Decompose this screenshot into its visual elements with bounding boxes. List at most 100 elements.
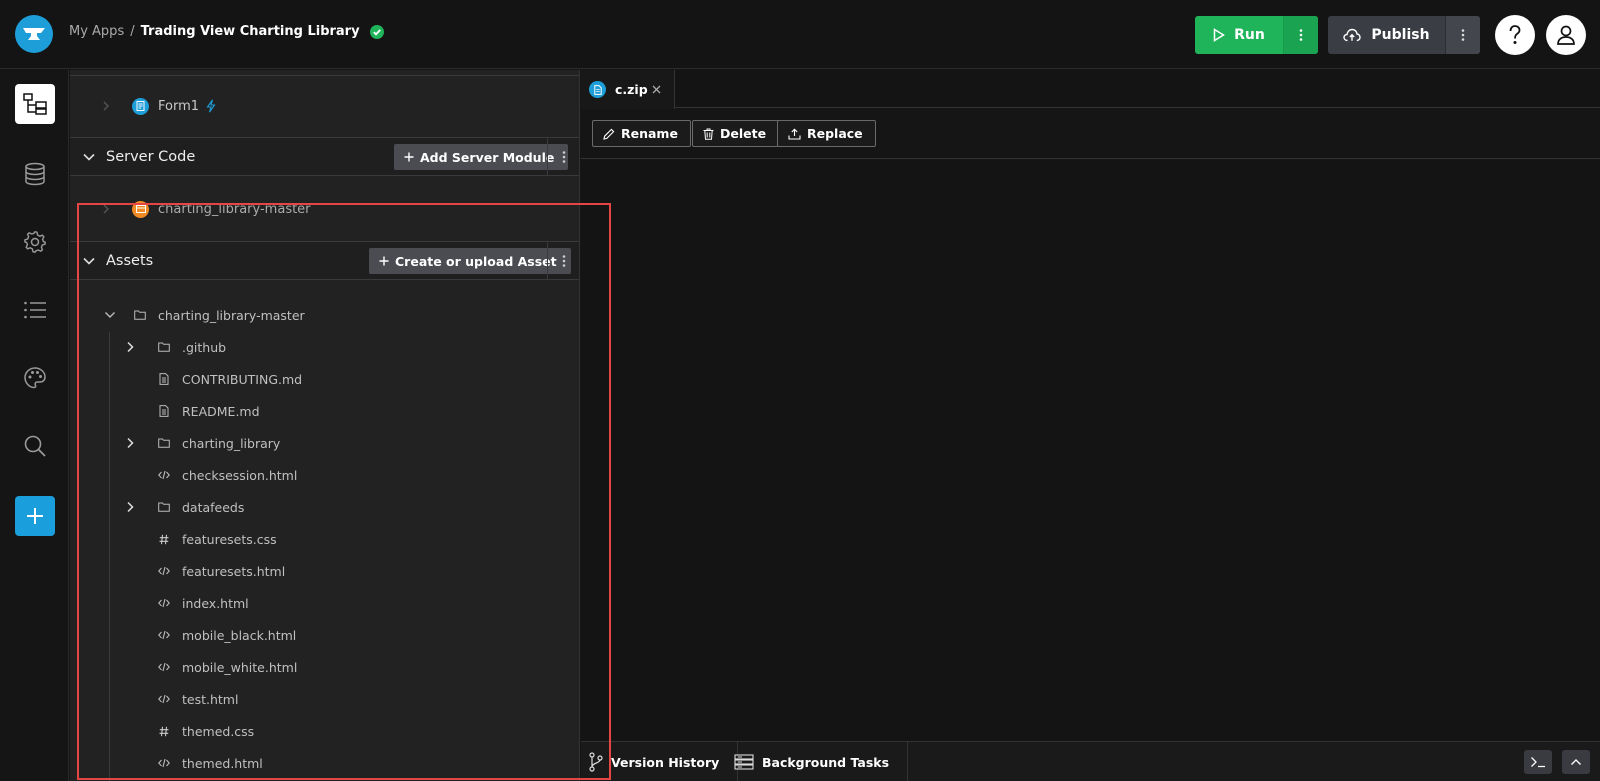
form-item-row[interactable]: Form1: [70, 92, 579, 120]
chevron-right-icon[interactable]: [102, 100, 110, 112]
folder-icon: [134, 310, 146, 320]
list-item[interactable]: charting_library: [70, 427, 579, 459]
chevron-down-icon[interactable]: [82, 256, 96, 266]
hash-icon: [158, 533, 170, 545]
document-icon: [158, 373, 170, 385]
server-code-menu-button[interactable]: [547, 138, 579, 176]
breadcrumb-separator: /: [130, 24, 135, 39]
anvil-logo-icon[interactable]: [15, 15, 53, 53]
asset-root-folder-row[interactable]: charting_library-master: [70, 299, 579, 331]
asset-name: featuresets.html: [182, 563, 286, 579]
database-icon: [24, 162, 46, 186]
create-upload-asset-button[interactable]: Create or upload Asset: [369, 248, 571, 274]
upload-icon: [788, 128, 801, 140]
list-item[interactable]: themed.html: [70, 747, 579, 779]
terminal-button[interactable]: [1524, 750, 1552, 774]
add-server-module-button[interactable]: Add Server Module: [394, 144, 569, 170]
list-item[interactable]: checksession.html: [70, 459, 579, 491]
settings-button[interactable]: [15, 222, 55, 262]
run-options-button[interactable]: [1283, 16, 1318, 54]
assets-section-header[interactable]: Assets Create or upload Asset: [70, 241, 579, 280]
run-button[interactable]: Run: [1195, 16, 1283, 54]
assets-title: Assets: [106, 252, 154, 269]
folder-icon: [158, 437, 170, 449]
chevron-right-icon[interactable]: [102, 203, 110, 215]
outline-button[interactable]: [15, 290, 55, 330]
saved-check-icon: [369, 24, 384, 39]
replace-button[interactable]: Replace: [777, 120, 876, 147]
app-name[interactable]: Trading View Charting Library: [141, 24, 360, 39]
code-icon: [158, 469, 170, 481]
kebab-icon: [1461, 28, 1465, 42]
help-icon: [1504, 23, 1526, 47]
server-code-section-header[interactable]: Server Code Add Server Module: [70, 137, 579, 176]
help-button[interactable]: [1495, 15, 1535, 55]
kebab-icon: [1299, 28, 1303, 42]
list-item[interactable]: mobile_white.html: [70, 651, 579, 683]
terminal-icon: [1530, 756, 1546, 768]
chevron-down-icon[interactable]: [104, 311, 116, 319]
chevron-down-icon[interactable]: [82, 152, 96, 162]
theme-button[interactable]: [15, 358, 55, 398]
asset-name: README.md: [182, 403, 260, 419]
data-tables-button[interactable]: [15, 154, 55, 194]
server-code-title: Server Code: [106, 148, 196, 165]
app-browser-button[interactable]: [15, 84, 55, 124]
replace-label: Replace: [807, 126, 863, 141]
version-history-label: Version History: [611, 754, 720, 770]
list-item[interactable]: featuresets.css: [70, 523, 579, 555]
chevron-right-icon[interactable]: [126, 501, 134, 513]
asset-name: featuresets.css: [182, 531, 277, 547]
code-icon: [158, 629, 170, 641]
rename-button[interactable]: Rename: [592, 120, 691, 147]
plus-icon: [404, 152, 414, 162]
list-item[interactable]: index.html: [70, 587, 579, 619]
breadcrumb: My Apps / Trading View Charting Library: [69, 24, 384, 39]
list-item[interactable]: README.md: [70, 395, 579, 427]
server-stack-icon: [734, 754, 754, 770]
account-button[interactable]: [1546, 15, 1586, 55]
expand-panel-button[interactable]: [1562, 750, 1590, 774]
delete-label: Delete: [720, 126, 767, 141]
delete-button[interactable]: Delete: [692, 120, 780, 147]
close-icon[interactable]: [652, 85, 661, 94]
publish-button-group: Publish: [1328, 16, 1480, 54]
tab-czip[interactable]: c.zip: [581, 70, 675, 109]
lightning-icon: [206, 99, 216, 113]
chevron-right-icon[interactable]: [126, 341, 134, 353]
run-button-group: Run: [1195, 16, 1318, 54]
chevron-right-icon[interactable]: [126, 437, 134, 449]
plus-icon: [25, 506, 45, 526]
breadcrumb-my-apps[interactable]: My Apps: [69, 24, 124, 39]
chevron-up-icon: [1570, 758, 1582, 766]
list-item[interactable]: .github: [70, 331, 579, 363]
panel-top-divider: [70, 70, 579, 76]
list-item[interactable]: CONTRIBUTING.md: [70, 363, 579, 395]
server-module-row[interactable]: charting_library-master: [70, 195, 579, 223]
kebab-icon: [562, 254, 566, 268]
list-item[interactable]: datafeeds: [70, 491, 579, 523]
list-item[interactable]: themed.css: [70, 715, 579, 747]
hash-icon: [158, 725, 170, 737]
version-history-button[interactable]: Version History: [581, 742, 739, 781]
background-tasks-button[interactable]: Background Tasks: [726, 742, 909, 781]
document-icon: [158, 405, 170, 417]
asset-name: charting_library: [182, 435, 281, 451]
code-icon: [158, 757, 170, 769]
list-item[interactable]: featuresets.html: [70, 555, 579, 587]
publish-options-button[interactable]: [1445, 16, 1480, 54]
git-branch-icon: [589, 752, 603, 772]
list-item[interactable]: test.html: [70, 683, 579, 715]
search-button[interactable]: [15, 426, 55, 466]
asset-name: checksession.html: [182, 467, 298, 483]
asset-name: themed.css: [182, 723, 255, 739]
code-icon: [158, 661, 170, 673]
run-label: Run: [1234, 27, 1265, 43]
pencil-icon: [603, 128, 615, 140]
add-component-button[interactable]: [15, 496, 55, 536]
asset-name: index.html: [182, 595, 249, 611]
code-icon: [158, 565, 170, 577]
list-item[interactable]: mobile_black.html: [70, 619, 579, 651]
assets-menu-button[interactable]: [547, 242, 579, 280]
publish-button[interactable]: Publish: [1328, 16, 1445, 54]
